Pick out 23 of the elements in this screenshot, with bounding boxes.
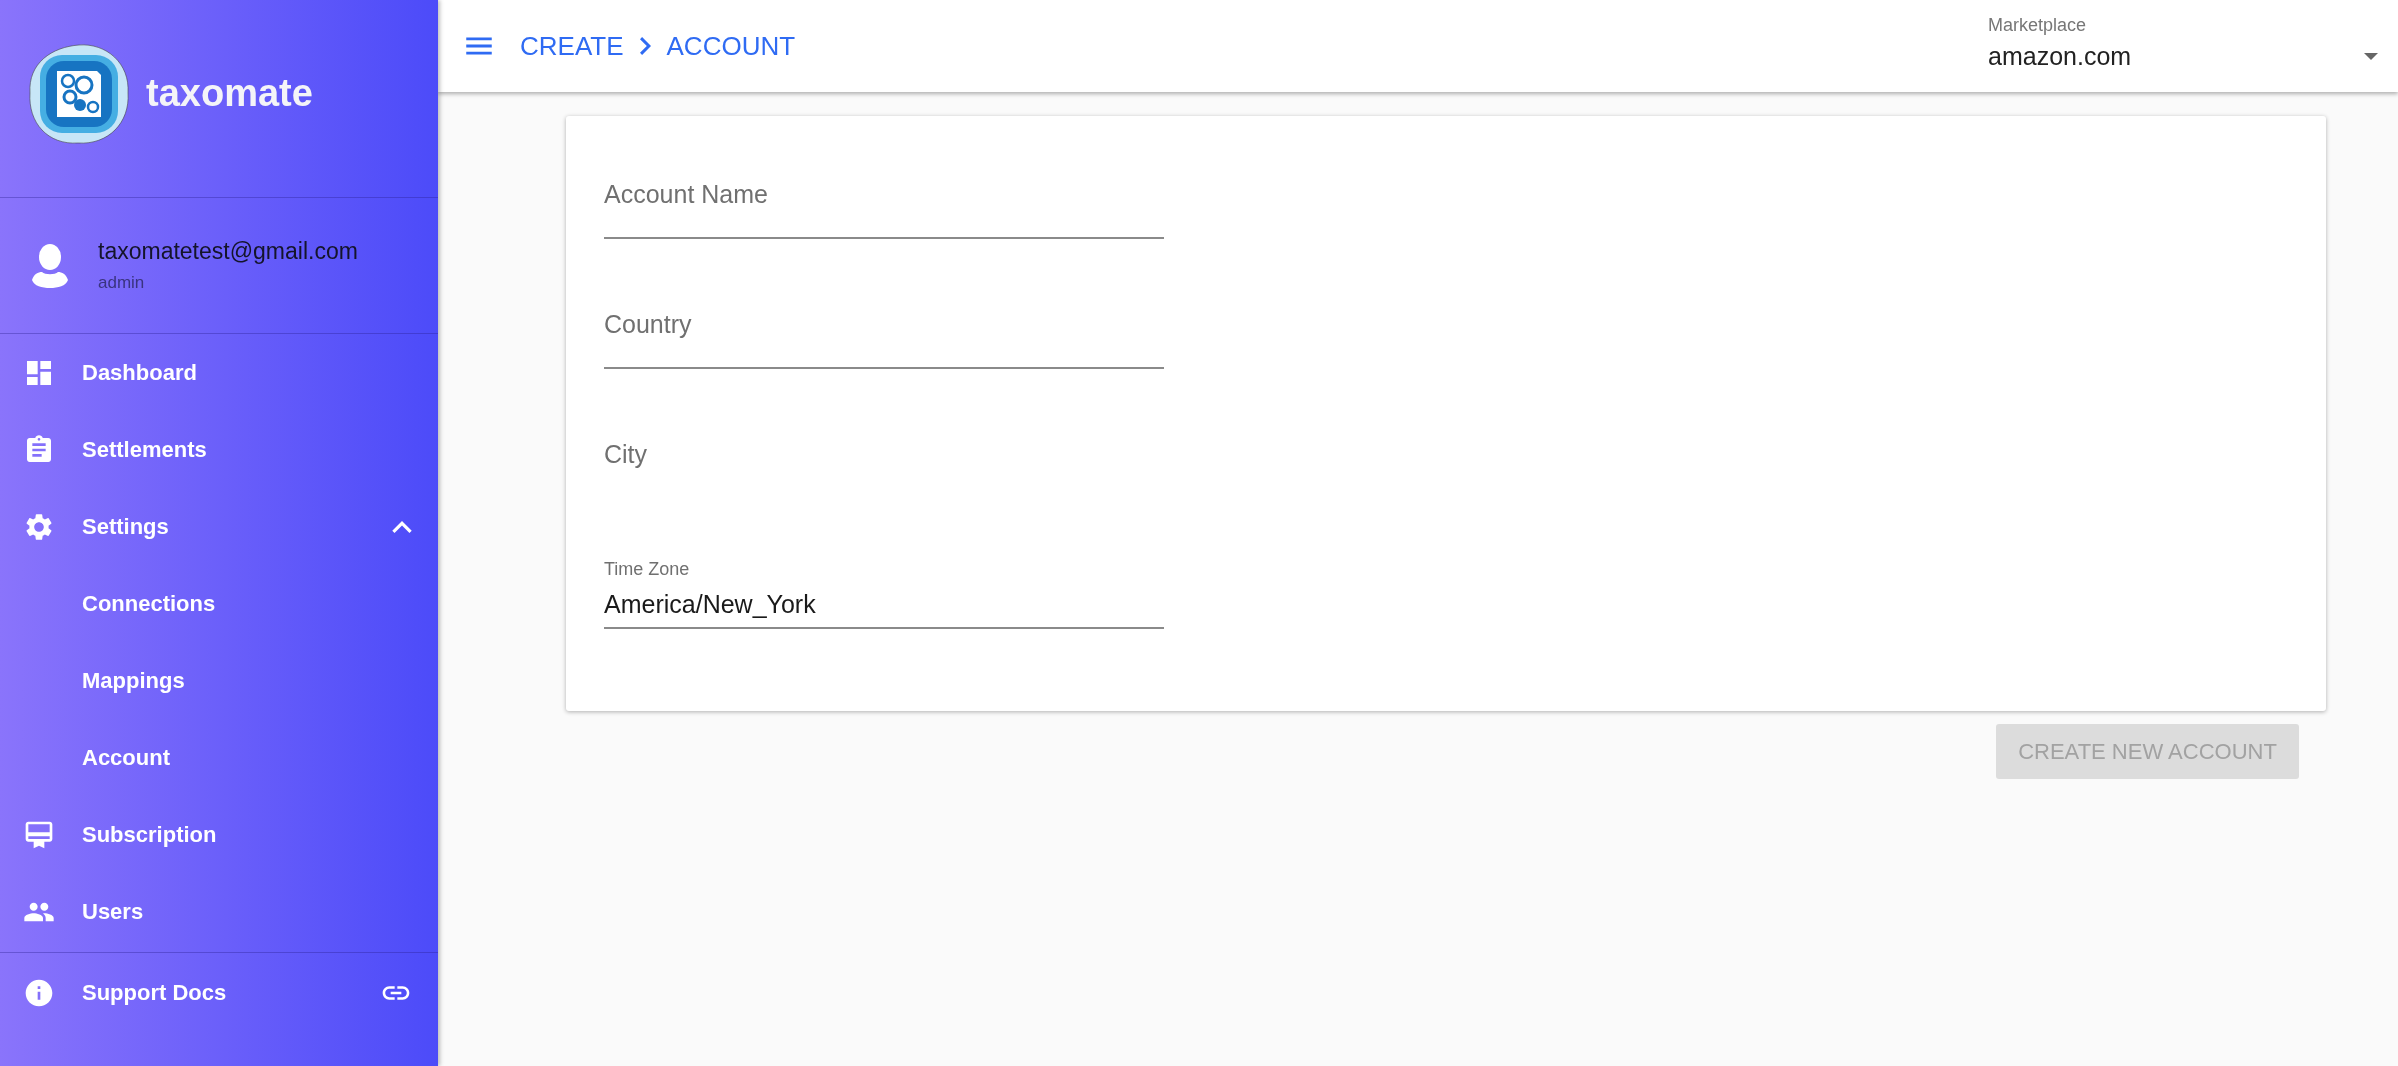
sidebar-item[interactable]: Subscription xyxy=(0,796,438,873)
select-field[interactable]: Time Zone America/New_York xyxy=(604,549,1164,629)
breadcrumb-link[interactable]: ACCOUNT xyxy=(666,30,796,62)
sidebar-item[interactable]: Users xyxy=(0,873,438,950)
sidebar-subitem[interactable]: Mappings xyxy=(0,642,438,719)
chevron-right-icon xyxy=(639,37,651,55)
chevron-up-icon xyxy=(392,520,412,533)
sidebar-subitem[interactable]: Connections xyxy=(0,565,438,642)
user-email: taxomatetest@gmail.com xyxy=(98,238,358,265)
sidebar-subitem[interactable]: Account xyxy=(0,719,438,796)
input-field[interactable]: Account Name xyxy=(604,159,1164,239)
sidebar-item[interactable]: Support Docs xyxy=(0,953,438,1033)
sidebar-item[interactable]: Settlements xyxy=(0,411,438,488)
input-field[interactable]: Country xyxy=(604,289,1164,369)
marketplace-select[interactable]: Marketplace amazon.com xyxy=(1988,15,2378,71)
brand-name: taxomate xyxy=(146,72,313,115)
user-avatar-icon xyxy=(32,243,68,288)
sidebar-item[interactable]: Dashboard xyxy=(0,334,438,411)
user-role: admin xyxy=(98,273,146,293)
breadcrumb-link[interactable]: CREATE xyxy=(520,30,624,62)
dropdown-arrow-icon xyxy=(2364,53,2378,60)
input-field[interactable]: City xyxy=(604,419,1164,499)
sidebar-group[interactable]: Settings xyxy=(0,488,438,565)
